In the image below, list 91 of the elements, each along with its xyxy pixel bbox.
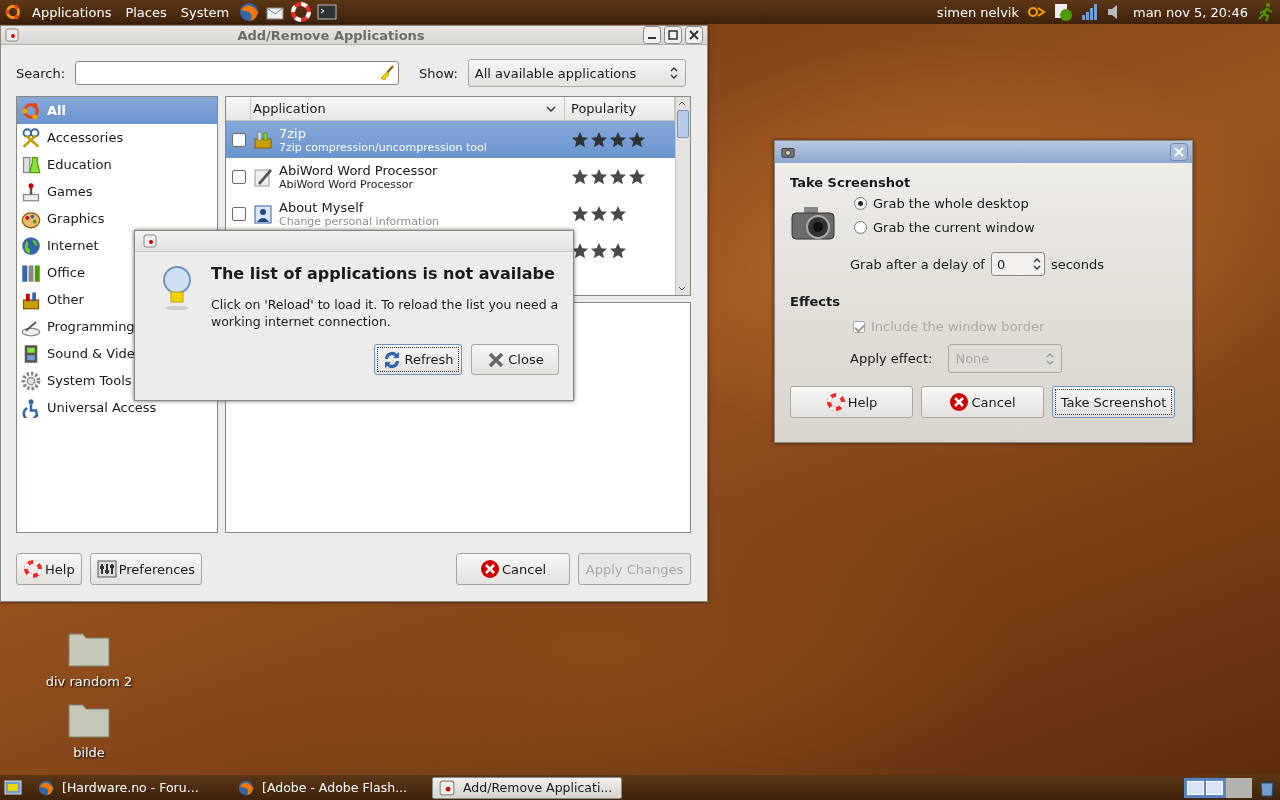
globe-icon <box>238 779 254 796</box>
workspace-switcher[interactable] <box>1184 777 1252 798</box>
application-row[interactable]: AbiWord Word Processor AbiWord Word Processor <box>226 158 675 195</box>
panel-menu[interactable]: Applications <box>28 4 116 20</box>
person-card-icon <box>253 203 273 224</box>
terminal-icon[interactable] <box>317 2 338 22</box>
show-desktop-icon[interactable] <box>4 778 22 797</box>
panel-menu[interactable]: Places <box>121 4 171 20</box>
close-button[interactable]: Close <box>471 344 559 375</box>
category-item[interactable]: Internet <box>17 232 217 259</box>
search-label: Search: <box>16 65 66 81</box>
category-item[interactable]: Games <box>17 178 217 205</box>
lifebuoy-icon[interactable] <box>291 2 312 22</box>
checkbox[interactable] <box>231 169 246 184</box>
application-row[interactable]: About Myself Change personal information <box>226 195 675 232</box>
camera-icon <box>781 145 795 159</box>
refresh-button[interactable]: Refresh <box>374 344 462 375</box>
radio-button[interactable] <box>854 197 867 210</box>
checkbox[interactable] <box>231 132 246 147</box>
taskbar-item[interactable]: Add/Remove Applicati... <box>432 776 622 799</box>
updown-arrows-icon[interactable] <box>1031 256 1042 272</box>
globe-icon <box>38 779 54 796</box>
toolbox-icon <box>253 129 273 150</box>
scissors-icon <box>21 127 41 148</box>
delay-label: Grab after a delay of <box>850 256 985 272</box>
help-button[interactable]: Help <box>790 386 913 418</box>
lifebuoy-icon <box>825 392 846 412</box>
application-description: Change personal information <box>279 214 440 228</box>
category-item[interactable]: Graphics <box>17 205 217 232</box>
panel-menu[interactable]: System <box>176 4 234 20</box>
globe-icon[interactable] <box>239 2 260 22</box>
category-item[interactable]: System Tools <box>17 367 217 394</box>
option-label[interactable]: Grab the current window <box>873 220 1035 235</box>
ubuntu-logo-icon <box>21 100 41 121</box>
delay-spinbox[interactable]: 0 <box>990 252 1045 276</box>
ubuntu-logo-icon[interactable] <box>4 3 22 21</box>
lifebuoy-icon <box>23 559 43 579</box>
window-title: Add/Remove Applications <box>236 27 426 43</box>
category-item[interactable]: Sound & Vide <box>17 340 217 367</box>
globe-icon <box>21 235 41 256</box>
dialog-message: Click on 'Reload' to load it. To reload the list you need a working internet connection. <box>211 296 559 330</box>
app-icon <box>439 779 455 796</box>
option-label[interactable]: Grab the whole desktop <box>873 196 1029 211</box>
radio-button[interactable] <box>854 221 867 234</box>
folder-label[interactable]: div random 2 <box>45 674 133 689</box>
show-dropdown[interactable]: All available applications <box>467 59 686 87</box>
taskbar-item[interactable]: [Adobe - Adobe Flash... <box>232 776 422 799</box>
flask-icon <box>21 154 41 175</box>
gear-icon <box>21 370 41 391</box>
delay-unit: seconds <box>1050 256 1105 272</box>
updown-arrows-icon <box>668 65 679 81</box>
application-description: AbiWord Word Processor <box>279 177 415 191</box>
section-heading: Effects <box>790 294 841 309</box>
broom-icon[interactable] <box>379 65 396 81</box>
application-name: AbiWord Word Processor <box>279 162 438 178</box>
scrollbar[interactable] <box>675 97 690 295</box>
person-icon <box>21 397 41 418</box>
effect-label: Apply effect: <box>850 351 933 366</box>
joystick-icon <box>21 181 41 202</box>
app-icon <box>5 28 19 42</box>
application-name: 7zip <box>279 125 307 141</box>
cancel-button[interactable]: Cancel <box>456 553 570 585</box>
search-field[interactable] <box>75 61 400 85</box>
clock[interactable]: man nov 5, 20:46 <box>1130 4 1250 20</box>
section-heading: Take Screenshot <box>790 175 912 190</box>
scrollbar-thumb[interactable] <box>677 110 689 138</box>
cancel-icon <box>479 559 500 579</box>
preferences-button[interactable]: Preferences <box>89 553 203 585</box>
sliders-icon <box>96 559 117 579</box>
maximize-icon[interactable] <box>664 26 682 44</box>
application-description: 7zip compression/uncompression tool <box>279 140 487 154</box>
taskbar-item[interactable]: [Hardware.no - Foru... <box>32 776 222 799</box>
folder-label[interactable]: bilde <box>73 745 105 760</box>
cancel-icon <box>949 392 970 412</box>
take-button[interactable]: Take Screenshot <box>1052 386 1175 418</box>
category-item[interactable]: Education <box>17 151 217 178</box>
pen-icon <box>253 166 273 187</box>
application-name: About Myself <box>279 199 365 215</box>
checkbox[interactable] <box>231 206 246 221</box>
dialog-title: The list of applications is not availabe <box>211 264 556 283</box>
light-bulb-icon <box>161 264 193 312</box>
user-name[interactable]: simen nelvik <box>934 4 1021 20</box>
close-icon[interactable] <box>685 26 703 44</box>
show-label: Show: <box>419 65 458 81</box>
help-button[interactable]: Help <box>16 553 82 585</box>
cancel-button[interactable]: Cancel <box>921 386 1044 418</box>
category-item[interactable]: Accessories <box>17 124 217 151</box>
minimize-icon[interactable] <box>643 26 661 44</box>
category-item[interactable]: Universal Access <box>17 394 217 421</box>
column-header[interactable]: Application <box>251 97 565 120</box>
app-icon <box>143 234 157 248</box>
